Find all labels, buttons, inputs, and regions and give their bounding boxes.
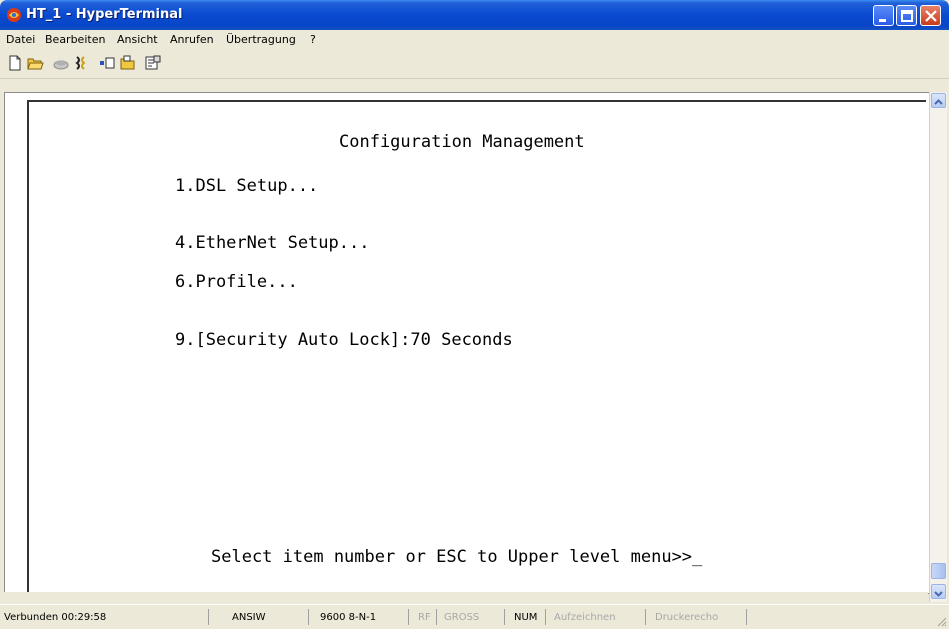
menu-ansicht[interactable]: Ansicht <box>117 33 158 46</box>
status-divider <box>208 609 209 625</box>
menu-option-ethernet-setup: 4.EtherNet Setup... <box>175 233 370 253</box>
status-settings: 9600 8-N-1 <box>320 612 377 623</box>
menu-option-dsl-setup: 1.DSL Setup... <box>175 176 319 196</box>
status-print-echo: Druckerecho <box>655 612 719 623</box>
chevron-down-icon <box>934 591 943 597</box>
send-icon[interactable] <box>98 54 116 72</box>
terminal-prompt: Select item number or ESC to Upper level… <box>211 547 703 567</box>
menu-help[interactable]: ? <box>310 33 316 46</box>
toolbar <box>0 50 949 79</box>
status-divider <box>746 609 747 625</box>
minimize-button[interactable] <box>873 5 894 26</box>
status-divider <box>545 609 546 625</box>
scroll-up-button[interactable] <box>931 93 946 108</box>
hyperterminal-icon <box>7 8 21 22</box>
menu-option-profile: 6.Profile... <box>175 272 298 292</box>
status-divider <box>645 609 646 625</box>
close-button[interactable] <box>920 5 941 26</box>
maximize-button[interactable] <box>896 5 917 26</box>
open-icon[interactable] <box>26 54 44 72</box>
status-num: NUM <box>514 612 538 623</box>
status-rf: RF <box>418 612 431 623</box>
status-capture: Aufzeichnen <box>554 612 616 623</box>
chevron-up-icon <box>934 99 943 105</box>
status-connected: Verbunden 00:29:58 <box>4 612 107 623</box>
close-icon <box>925 10 937 22</box>
title-bar[interactable]: HT_1 - HyperTerminal <box>0 0 949 30</box>
new-icon[interactable] <box>6 54 24 72</box>
horizontal-scroll-area <box>4 592 928 602</box>
status-divider <box>436 609 437 625</box>
menu-bearbeiten[interactable]: Bearbeiten <box>45 33 105 46</box>
status-divider <box>504 609 505 625</box>
receive-icon[interactable] <box>118 54 136 72</box>
disconnect-icon[interactable] <box>52 54 70 72</box>
status-gross: GROSS <box>444 612 480 623</box>
minimize-icon <box>879 19 886 22</box>
menu-option-security-auto-lock: 9.[Security Auto Lock]:70 Seconds <box>175 330 513 350</box>
connect-icon[interactable] <box>72 54 90 72</box>
status-bar: Verbunden 00:29:58 ANSIW 9600 8-N-1 RF G… <box>0 604 949 629</box>
maximize-icon <box>901 10 913 22</box>
properties-icon[interactable] <box>144 54 162 72</box>
menu-datei[interactable]: Datei <box>6 33 35 46</box>
terminal-title: Configuration Management <box>339 132 585 152</box>
status-emulation: ANSIW <box>232 612 266 623</box>
menu-uebertragung[interactable]: Übertragung <box>226 33 296 46</box>
menu-bar: Datei Bearbeiten Ansicht Anrufen Übertra… <box>0 30 949 50</box>
scroll-down-button[interactable] <box>931 584 946 599</box>
resize-grip-icon[interactable] <box>935 615 947 627</box>
scroll-thumb[interactable] <box>931 563 946 579</box>
status-divider <box>308 609 309 625</box>
terminal-screen[interactable]: Configuration Management 1.DSL Setup... … <box>27 100 926 594</box>
menu-anrufen[interactable]: Anrufen <box>170 33 214 46</box>
vertical-scrollbar[interactable] <box>929 92 947 602</box>
status-divider <box>408 609 409 625</box>
window-title: HT_1 - HyperTerminal <box>26 7 183 22</box>
